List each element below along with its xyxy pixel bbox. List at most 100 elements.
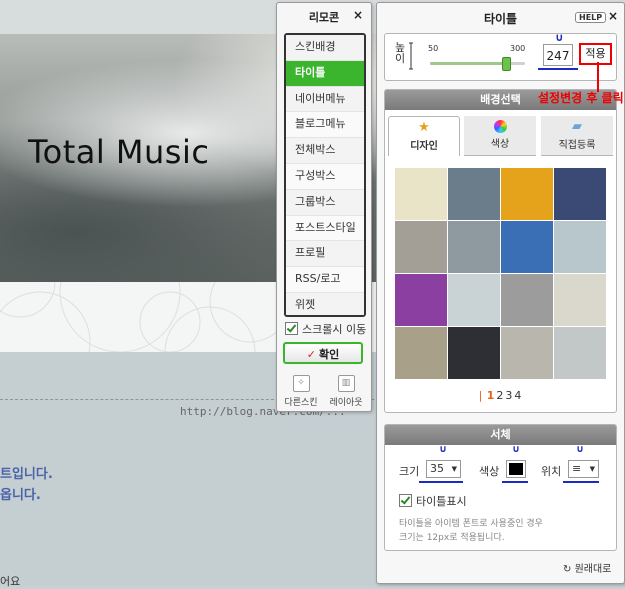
remote-menu-item[interactable]: 전체박스 bbox=[286, 138, 364, 164]
page-link[interactable]: 3 bbox=[505, 389, 512, 402]
blog-title: Total Music bbox=[28, 133, 210, 171]
skin-icon: ✧ bbox=[292, 375, 310, 392]
background-thumbnails bbox=[395, 168, 607, 380]
height-label: 높이 bbox=[395, 41, 406, 65]
scroll-move-checkbox[interactable] bbox=[285, 322, 298, 335]
confirm-label: 확인 bbox=[318, 348, 340, 361]
chevron-down-icon: ▼ bbox=[589, 465, 595, 473]
layout-button[interactable]: ▥ 레이아웃 bbox=[326, 375, 366, 408]
remote-menu-item[interactable]: 위젯 bbox=[286, 292, 364, 315]
blog-text-3: 어요 bbox=[0, 575, 21, 588]
annotation-mark: ∪ bbox=[439, 444, 448, 455]
scroll-move-option[interactable]: 스크롤시 이동 bbox=[285, 321, 366, 337]
position-label: 위치 bbox=[541, 465, 562, 478]
color-wheel-icon bbox=[493, 120, 507, 133]
remote-menu-item[interactable]: 구성박스 bbox=[286, 163, 364, 190]
background-thumbnail[interactable] bbox=[501, 168, 553, 220]
align-left-icon: ≡ bbox=[572, 462, 582, 475]
tab-color[interactable]: 색상 bbox=[464, 116, 536, 156]
apply-button[interactable]: 적용 bbox=[579, 43, 612, 65]
refresh-icon: ↻ bbox=[563, 564, 572, 575]
height-arrow-icon bbox=[409, 42, 413, 70]
font-section: 서체 크기 35 ▼ ∪ 색상 ∪ 위치 ≡ ▼ ∪ 타이틀표시 타이틀을 아이… bbox=[384, 424, 617, 551]
layout-icon: ▥ bbox=[337, 375, 355, 392]
background-thumbnail[interactable] bbox=[554, 221, 606, 273]
layout-label: 레이아웃 bbox=[329, 398, 363, 408]
blog-text-2: 옵니다. bbox=[0, 488, 41, 503]
background-thumbnail[interactable] bbox=[501, 274, 553, 326]
height-input[interactable]: 247 bbox=[543, 44, 573, 66]
page-link[interactable]: 4 bbox=[514, 389, 521, 402]
other-skin-label: 다른스킨 bbox=[284, 398, 318, 408]
remote-menu-item[interactable]: 프로필 bbox=[286, 241, 364, 268]
blog-text-1: 트입니다. bbox=[0, 467, 53, 482]
page-link[interactable]: 1 bbox=[487, 389, 495, 402]
remote-menu-item[interactable]: 포스트스타일 bbox=[286, 215, 364, 242]
height-settings: 높이 50 300 247 ∪ 적용 bbox=[384, 31, 617, 81]
size-label: 크기 bbox=[399, 465, 420, 478]
background-thumbnail[interactable] bbox=[395, 274, 447, 326]
annotation-underline bbox=[563, 481, 599, 483]
remote-close-button[interactable]: × bbox=[353, 8, 363, 22]
annotation-underline bbox=[419, 481, 463, 483]
other-skin-button[interactable]: ✧ 다른스킨 bbox=[281, 375, 321, 408]
font-note: 타이틀을 아이템 폰트로 사용중인 경우 크기는 12px로 적용됩니다. bbox=[399, 519, 543, 543]
background-thumbnail[interactable] bbox=[554, 327, 606, 379]
remote-menu-item[interactable]: 스킨배경 bbox=[286, 35, 364, 61]
annotation-underline bbox=[538, 68, 578, 70]
background-thumbnail[interactable] bbox=[554, 168, 606, 220]
size-select[interactable]: 35 ▼ bbox=[426, 460, 461, 478]
background-thumbnail[interactable] bbox=[395, 221, 447, 273]
color-picker[interactable] bbox=[506, 460, 526, 478]
help-button[interactable]: HELP bbox=[575, 12, 607, 23]
remote-menu-item[interactable]: 타이틀 bbox=[286, 60, 364, 87]
color-swatch bbox=[509, 463, 523, 475]
annotation-arrow bbox=[597, 62, 599, 92]
tab-upload[interactable]: ▰ 직접등록 bbox=[541, 116, 613, 156]
background-thumbnail[interactable] bbox=[448, 168, 500, 220]
title-show-checkbox[interactable] bbox=[399, 494, 412, 507]
remote-menu-item[interactable]: 블로그메뉴 bbox=[286, 112, 364, 139]
background-tabs: ★ 디자인 색상 ▰ 직접등록 bbox=[388, 116, 613, 156]
pagination: | 1234 bbox=[385, 389, 616, 402]
slider-min-label: 50 bbox=[428, 44, 439, 53]
slider-fill bbox=[430, 62, 505, 65]
position-select[interactable]: ≡ ▼ bbox=[568, 460, 599, 478]
background-thumbnail[interactable] bbox=[448, 327, 500, 379]
annotation-text: 설정변경 후 클릭 bbox=[538, 91, 624, 105]
folder-icon: ▰ bbox=[572, 119, 582, 134]
reset-button[interactable]: ↻ 원래대로 bbox=[563, 560, 611, 575]
page-link[interactable]: 2 bbox=[496, 389, 503, 402]
chevron-down-icon: ▼ bbox=[451, 465, 457, 473]
star-icon: ★ bbox=[418, 120, 430, 135]
annotation-underline bbox=[502, 481, 528, 483]
remote-menu-item[interactable]: 네이버메뉴 bbox=[286, 86, 364, 113]
background-thumbnail[interactable] bbox=[501, 221, 553, 273]
background-thumbnail[interactable] bbox=[395, 168, 447, 220]
remote-menu: 스킨배경 타이틀 네이버메뉴 블로그메뉴 전체박스 구성박스 그룹박스 포스트스타일 프로필 RS… bbox=[284, 33, 366, 317]
background-thumbnail[interactable] bbox=[395, 327, 447, 379]
remote-menu-item[interactable]: 그룹박스 bbox=[286, 189, 364, 216]
title-show-option[interactable]: 타이틀표시 bbox=[399, 493, 467, 509]
font-section-title: 서체 bbox=[385, 425, 616, 445]
background-thumbnail[interactable] bbox=[448, 274, 500, 326]
check-icon: ✓ bbox=[306, 348, 316, 361]
panel-close-button[interactable]: × bbox=[608, 9, 618, 23]
annotation-mark: ∪ bbox=[512, 444, 521, 455]
annotation-mark: ∪ bbox=[555, 31, 564, 44]
title-show-label: 타이틀표시 bbox=[416, 495, 467, 508]
annotation-mark: ∪ bbox=[576, 444, 585, 455]
pager-marker: | bbox=[478, 389, 486, 402]
remote-panel: 리모콘 × 스킨배경 타이틀 네이버메뉴 블로그메뉴 전체박스 구성박스 그룹박스 포스트스타… bbox=[276, 2, 372, 412]
remote-menu-item[interactable]: RSS/로고 bbox=[286, 267, 364, 293]
font-row: 크기 35 ▼ ∪ 색상 ∪ 위치 ≡ ▼ ∪ bbox=[399, 444, 609, 483]
background-select-section: 배경선택 ★ 디자인 색상 ▰ 직접등록 | 1234 bbox=[384, 89, 617, 413]
scroll-move-label: 스크롤시 이동 bbox=[302, 323, 367, 336]
background-thumbnail[interactable] bbox=[501, 327, 553, 379]
tab-design[interactable]: ★ 디자인 bbox=[388, 116, 460, 156]
height-slider[interactable] bbox=[430, 57, 525, 71]
background-thumbnail[interactable] bbox=[554, 274, 606, 326]
slider-handle[interactable] bbox=[501, 57, 511, 71]
background-thumbnail[interactable] bbox=[448, 221, 500, 273]
confirm-button[interactable]: ✓ 확인 bbox=[283, 342, 363, 364]
